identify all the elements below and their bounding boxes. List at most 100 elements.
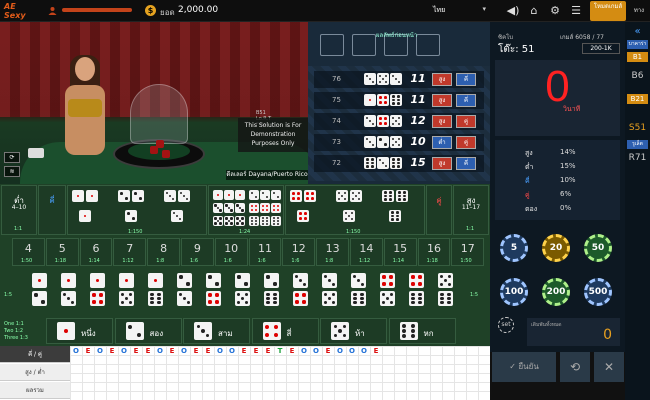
top-bar: AE Sexy $ ยอด 2,000.00 ไทย ▾ ◀) ⌂ ⚙ ☰ โหม… bbox=[0, 0, 650, 34]
bet-total-14[interactable]: 14 1:12 bbox=[350, 238, 383, 266]
bet-total-9[interactable]: 9 1:6 bbox=[181, 238, 214, 266]
bet-combo[interactable] bbox=[206, 273, 222, 313]
sound-icon[interactable]: ◀) bbox=[506, 4, 520, 18]
settings-icon[interactable]: ⚙ bbox=[548, 4, 562, 18]
table-item[interactable]: B6 bbox=[627, 70, 648, 82]
bet-single-5[interactable]: ห้า bbox=[320, 318, 387, 344]
bet-combo[interactable] bbox=[380, 273, 396, 313]
tab-big-small[interactable]: สูง / ต่ำ bbox=[0, 364, 70, 381]
triple-bet[interactable] bbox=[164, 190, 204, 232]
betting-board: ต่ำ 4–10 1:1 คี่ 1:150 1:24 1:150 คู่ สูง 11–17 1:… bbox=[0, 184, 490, 346]
result-odd-even: คู่ bbox=[456, 115, 476, 128]
repeat-icon[interactable]: ⟲ bbox=[560, 352, 590, 382]
total-number: 7 bbox=[126, 242, 134, 255]
stat-label: คู่ bbox=[525, 191, 530, 199]
results-list: 76 11 สูง คี่ 75 11 สูง คี่ 74 12 สูง คู่ 73 10 ต่ำ คู่… bbox=[308, 66, 490, 181]
bet-combo[interactable] bbox=[409, 273, 425, 313]
tab-sum[interactable]: ผลรวม bbox=[0, 382, 70, 399]
bet-single-2[interactable]: สอง bbox=[114, 318, 182, 344]
total-odds: 1:6 bbox=[291, 258, 300, 264]
bet-single-1[interactable]: หนึ่ง bbox=[46, 318, 113, 344]
table-item[interactable]: R71 bbox=[627, 152, 648, 164]
die-face-4-icon bbox=[260, 203, 270, 213]
home-icon[interactable]: ⌂ bbox=[527, 4, 541, 18]
bet-even[interactable]: คู่ bbox=[426, 185, 452, 235]
bet-total-10[interactable]: 10 1:6 bbox=[214, 238, 248, 266]
triple-bet[interactable] bbox=[290, 190, 330, 232]
game-number: เกมส์ 6058 / 77 bbox=[560, 34, 604, 41]
record-icon[interactable] bbox=[28, 148, 44, 158]
bet-single-6[interactable]: หก bbox=[388, 318, 456, 344]
die-face-4-icon bbox=[90, 291, 105, 306]
bet-combo[interactable] bbox=[61, 273, 77, 313]
bet-total-4[interactable]: 4 1:50 bbox=[12, 238, 45, 266]
bet-combo[interactable] bbox=[119, 273, 135, 313]
language-select[interactable]: ไทย ▾ bbox=[433, 5, 488, 17]
bet-combo[interactable] bbox=[177, 273, 193, 313]
bet-odd[interactable]: คี่ bbox=[38, 185, 66, 235]
bet-any-triple[interactable]: 1:24 bbox=[208, 185, 284, 235]
limit-value: 200-1K bbox=[590, 45, 612, 52]
lobby-button[interactable]: โหมดเกมส์ bbox=[590, 1, 626, 21]
bet-combo[interactable] bbox=[351, 273, 367, 313]
chip-5[interactable]: 5 bbox=[500, 234, 528, 262]
other-games-button[interactable]: ทางเลือก bbox=[628, 1, 650, 34]
bet-total-17[interactable]: 17 1:50 bbox=[451, 238, 485, 266]
bet-total-5[interactable]: 5 1:18 bbox=[45, 238, 79, 266]
total-odds: 1:50 bbox=[460, 258, 472, 264]
bet-combo[interactable] bbox=[438, 273, 454, 313]
refresh-icon[interactable]: ⟳ bbox=[4, 152, 20, 163]
wifi-icon[interactable]: ≋ bbox=[4, 166, 20, 177]
die-face-1-icon bbox=[224, 190, 234, 200]
bet-combo[interactable] bbox=[235, 273, 251, 313]
table-item[interactable]: รูเล็ต bbox=[627, 140, 648, 149]
table-item[interactable]: B1 bbox=[627, 52, 648, 62]
bet-big[interactable]: สูง 11–17 1:1 bbox=[453, 185, 489, 235]
result-round: 72 bbox=[332, 159, 341, 167]
bet-small[interactable]: ต่ำ 4–10 1:1 bbox=[1, 185, 37, 235]
chip-100[interactable]: 100 bbox=[500, 278, 528, 306]
bet-limit-button[interactable]: 200-1K bbox=[582, 43, 620, 54]
bet-total-8[interactable]: 8 1:8 bbox=[147, 238, 180, 266]
bet-combo[interactable] bbox=[148, 273, 164, 313]
bet-total-16[interactable]: 16 1:18 bbox=[417, 238, 451, 266]
close-icon[interactable]: ✕ bbox=[594, 352, 624, 382]
table-item[interactable]: บาคาร่า bbox=[627, 40, 648, 49]
bet-total-11[interactable]: 11 1:6 bbox=[248, 238, 282, 266]
history-box bbox=[320, 34, 344, 56]
die-face-6-icon bbox=[382, 190, 394, 202]
bet-combo[interactable] bbox=[264, 273, 280, 313]
triple-bet[interactable] bbox=[72, 190, 112, 232]
road-mark: E bbox=[265, 347, 271, 355]
bet-total-13[interactable]: 13 1:8 bbox=[316, 238, 349, 266]
bet-total-7[interactable]: 7 1:12 bbox=[113, 238, 147, 266]
bet-combo[interactable] bbox=[32, 273, 48, 313]
bet-total-12[interactable]: 12 1:6 bbox=[282, 238, 316, 266]
chip-200[interactable]: 200 bbox=[542, 278, 570, 306]
bet-total-6[interactable]: 6 1:14 bbox=[79, 238, 113, 266]
bet-combo[interactable] bbox=[90, 273, 106, 313]
chip-settings-button[interactable]: set bbox=[498, 317, 514, 333]
triple-bet[interactable] bbox=[382, 190, 422, 232]
triple-bet[interactable] bbox=[118, 190, 158, 232]
menu-icon[interactable]: ☰ bbox=[569, 4, 583, 18]
road-mark: O bbox=[361, 347, 367, 355]
statistics: สูง 14% ต่ำ 15% คี่ 10% คู่ 6% ตอง 0% bbox=[495, 140, 620, 220]
triple-bet[interactable] bbox=[336, 190, 376, 232]
chip-50[interactable]: 50 bbox=[584, 234, 612, 262]
table-item[interactable]: B21 bbox=[627, 94, 648, 104]
tab-odd-even[interactable]: คี่ / คู่ bbox=[0, 346, 70, 363]
bet-combo[interactable] bbox=[293, 273, 309, 313]
chip-20[interactable]: 20 bbox=[542, 234, 570, 262]
table-item[interactable]: S51 bbox=[627, 122, 648, 134]
countdown-timer: 0 bbox=[545, 62, 570, 111]
confirm-button[interactable]: ✓ ยืนยัน bbox=[492, 352, 556, 382]
bet-single-3[interactable]: สาม bbox=[183, 318, 250, 344]
chip-500[interactable]: 500 bbox=[584, 278, 612, 306]
bet-single-4[interactable]: สี่ bbox=[251, 318, 319, 344]
bet-total-15[interactable]: 15 1:14 bbox=[383, 238, 417, 266]
result-dice bbox=[364, 94, 408, 107]
double-chevron-left-icon[interactable]: « bbox=[627, 26, 648, 37]
bet-combo[interactable] bbox=[322, 273, 338, 313]
user-icon bbox=[48, 6, 57, 15]
